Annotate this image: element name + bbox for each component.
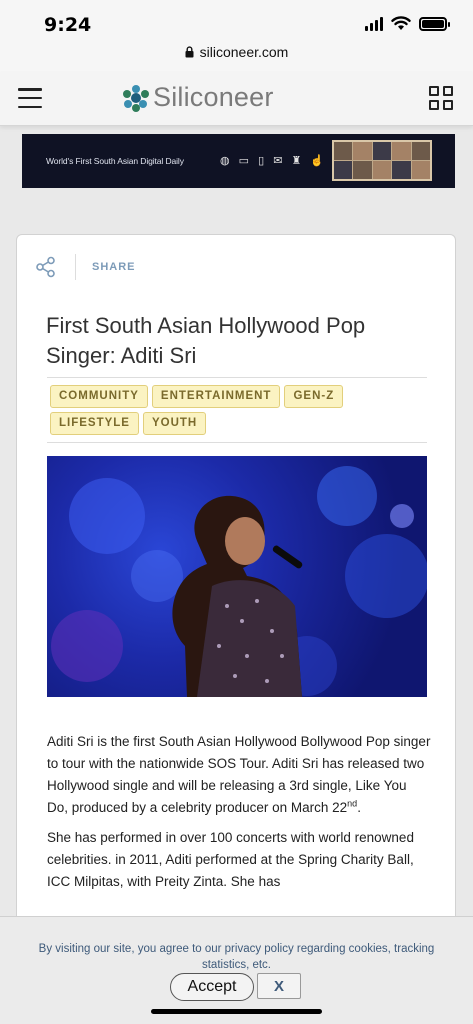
tag-community[interactable]: COMMUNITY xyxy=(50,385,148,408)
tag-lifestyle[interactable]: LIFESTYLE xyxy=(50,412,139,435)
lock-icon xyxy=(185,46,194,58)
tags-divider xyxy=(47,442,427,443)
article-paragraph-1: Aditi Sri is the first South Asian Holly… xyxy=(47,734,431,815)
article-body: Aditi Sri is the first South Asian Holly… xyxy=(47,731,431,901)
cellular-signal-icon xyxy=(365,16,383,31)
cookie-consent-bar: By visiting our site, you agree to our p… xyxy=(0,916,473,1024)
cookie-text: By visiting our site, you agree to our p… xyxy=(38,943,435,971)
share-icon[interactable] xyxy=(35,256,57,278)
status-time: 9:24 xyxy=(44,14,92,36)
status-icons xyxy=(365,16,450,31)
logo-flower-icon xyxy=(123,84,149,112)
article-hero-image xyxy=(47,456,427,697)
close-cookie-button[interactable]: X xyxy=(257,973,301,999)
accept-button[interactable]: Accept xyxy=(170,973,254,1001)
logo-text: Siliconeer xyxy=(153,82,274,112)
banner-ad[interactable]: World's First South Asian Digital Daily … xyxy=(22,134,455,188)
article-title: First South Asian Hollywood Pop Singer: … xyxy=(46,313,366,368)
tag-entertainment[interactable]: ENTERTAINMENT xyxy=(151,385,281,408)
banner-photo-collage xyxy=(332,140,432,181)
share-row[interactable]: SHARE xyxy=(35,253,136,281)
title-divider xyxy=(47,377,427,378)
hamburger-menu-icon[interactable] xyxy=(18,88,42,108)
url-bar[interactable]: siliconeer.com xyxy=(0,44,473,60)
url-text: siliconeer.com xyxy=(199,44,289,60)
share-divider xyxy=(75,254,76,280)
tag-gen-z[interactable]: GEN-Z xyxy=(284,385,344,408)
banner-tagline: World's First South Asian Digital Daily xyxy=(46,156,184,166)
battery-icon xyxy=(419,16,450,31)
share-label[interactable]: SHARE xyxy=(92,261,136,273)
grid-icon[interactable] xyxy=(429,86,453,110)
site-header: Siliconeer xyxy=(0,72,473,126)
article-paragraph-2: She has performed in over 100 concerts w… xyxy=(47,830,414,889)
article-card: SHARE First South Asian Hollywood Pop Si… xyxy=(16,234,456,1024)
site-logo[interactable]: Siliconeer xyxy=(121,82,274,113)
home-indicator[interactable] xyxy=(151,1009,322,1014)
status-bar: 9:24 siliconeer.com xyxy=(0,0,473,72)
tag-list: COMMUNITY ENTERTAINMENT GEN-Z LIFESTYLE … xyxy=(50,385,430,435)
wifi-icon xyxy=(391,16,411,30)
tag-youth[interactable]: YOUTH xyxy=(142,412,207,435)
banner-device-icons: ◍ ▭ ▯ ✉ ♜ ☝ xyxy=(220,155,328,167)
